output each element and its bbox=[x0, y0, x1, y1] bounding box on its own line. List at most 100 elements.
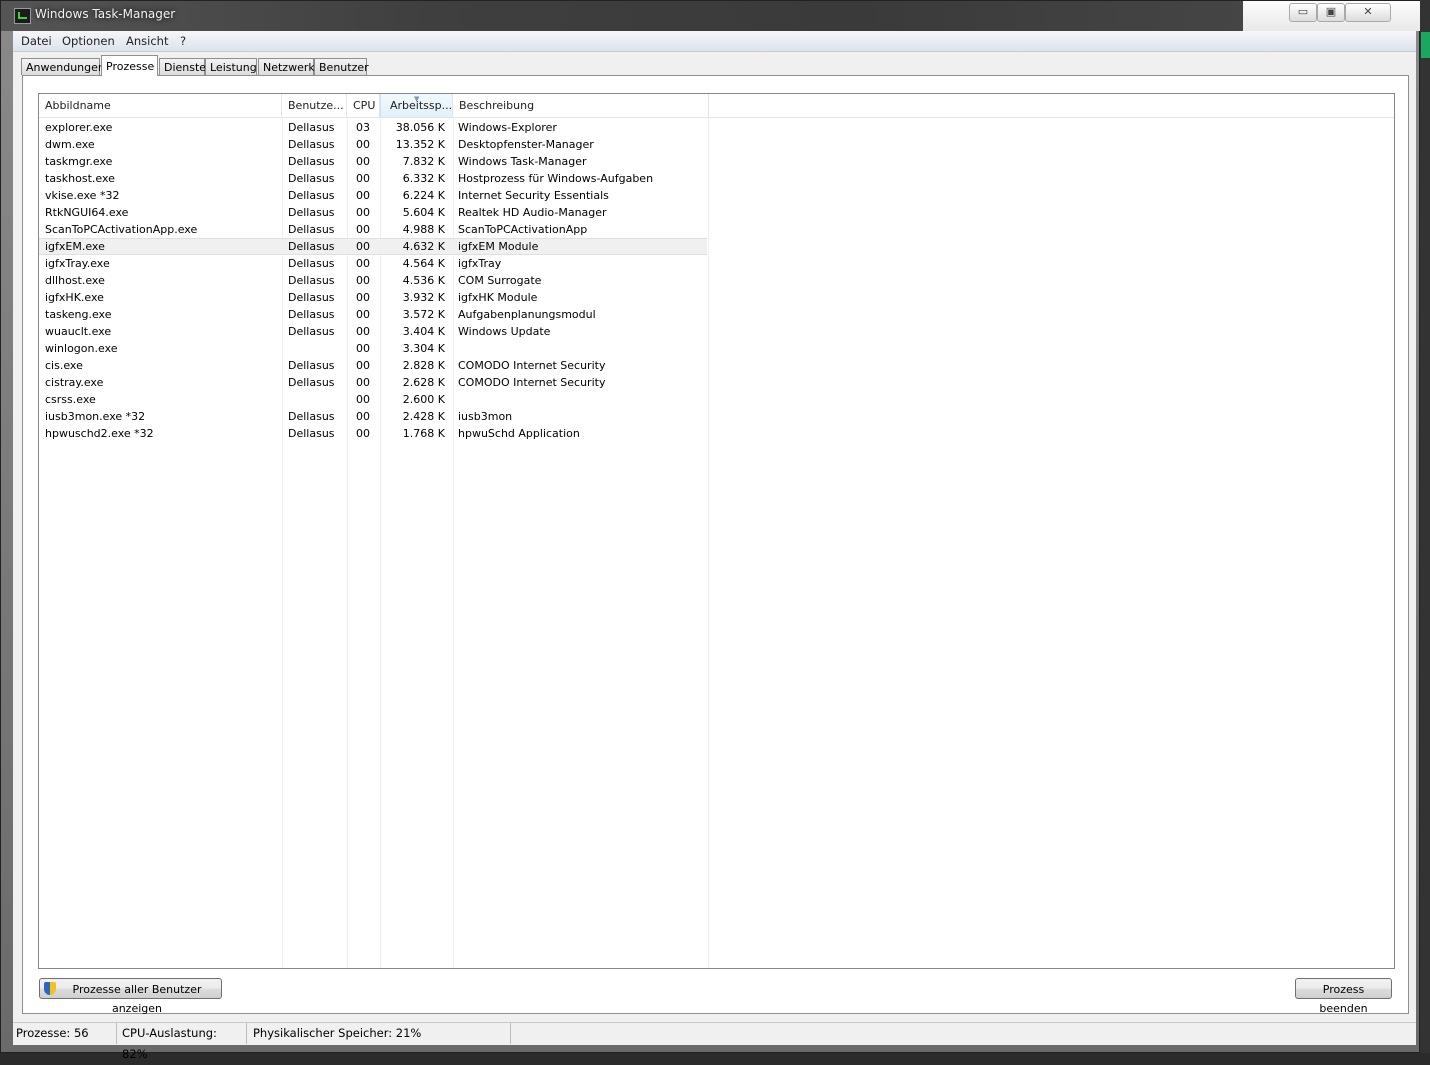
table-row[interactable]: winlogon.exe 00 3.304 K bbox=[39, 340, 707, 357]
process-memory: 2.600 K bbox=[402, 393, 445, 406]
column-working-set[interactable]: ▼ Arbeitssp... bbox=[380, 94, 453, 117]
process-description: Desktopfenster-Manager bbox=[458, 138, 594, 151]
end-process-button[interactable]: Prozess beenden bbox=[1295, 978, 1392, 1015]
process-user: Dellasus bbox=[288, 240, 335, 253]
status-memory: Physikalischer Speicher: 21% bbox=[250, 1023, 511, 1044]
process-memory: 5.604 K bbox=[402, 206, 445, 219]
process-memory: 13.352 K bbox=[395, 138, 445, 151]
status-cpu-usage: CPU-Auslastung: 82% bbox=[119, 1023, 247, 1061]
process-user: Dellasus bbox=[288, 172, 335, 185]
table-row[interactable]: igfxHK.exe Dellasus 00 3.932 K igfxHK Module bbox=[39, 289, 707, 306]
menu-ansicht[interactable]: Ansicht bbox=[126, 34, 168, 48]
column-user[interactable]: Benutze... bbox=[282, 94, 347, 117]
process-name: wuauclt.exe bbox=[45, 325, 112, 338]
process-memory: 4.988 K bbox=[402, 223, 445, 236]
table-row[interactable]: cis.exe Dellasus 00 2.828 K COMODO Internet … bbox=[39, 357, 707, 374]
process-cpu: 00 bbox=[356, 308, 370, 321]
process-description: Hostprozess für Windows-Aufgaben bbox=[458, 172, 654, 185]
tab-prozesse[interactable]: Prozesse bbox=[101, 55, 158, 76]
process-cpu: 00 bbox=[356, 172, 370, 185]
process-list[interactable]: Abbildname Benutze... CPU ▼ Arbeitssp...… bbox=[38, 93, 1395, 969]
maximize-button[interactable]: ▣ bbox=[1317, 3, 1345, 22]
process-name: vkise.exe *32 bbox=[45, 189, 120, 202]
process-name: taskeng.exe bbox=[45, 308, 112, 321]
tab-benutzer[interactable]: Benutzer bbox=[314, 58, 369, 75]
tab-dienste[interactable]: Dienste bbox=[159, 58, 206, 75]
tab-anwendungen[interactable]: Anwendungen bbox=[21, 58, 105, 75]
task-manager-window: Windows Task-Manager ▭ ▣ ✕ Datei Optione… bbox=[0, 0, 1421, 1061]
process-name: igfxTray.exe bbox=[45, 257, 110, 270]
close-button[interactable]: ✕ bbox=[1345, 3, 1391, 22]
menu-datei[interactable]: Datei bbox=[21, 34, 52, 48]
process-user: Dellasus bbox=[288, 410, 335, 423]
process-memory: 7.832 K bbox=[402, 155, 445, 168]
process-description: COMODO Internet Security bbox=[458, 359, 606, 372]
process-user: Dellasus bbox=[288, 223, 335, 236]
process-user: Dellasus bbox=[288, 206, 335, 219]
title-bar[interactable]: Windows Task-Manager bbox=[1, 1, 1421, 31]
process-name: RtkNGUI64.exe bbox=[45, 206, 129, 219]
process-description: Windows Task-Manager bbox=[458, 155, 587, 168]
menu-bar: Datei Optionen Ansicht ? bbox=[13, 31, 1416, 52]
table-row[interactable]: iusb3mon.exe *32 Dellasus 00 2.428 K iusb3mo… bbox=[39, 408, 707, 425]
process-cpu: 00 bbox=[356, 376, 370, 389]
process-description: igfxTray bbox=[458, 257, 502, 270]
table-row[interactable]: wuauclt.exe Dellasus 00 3.404 K Windows Upda… bbox=[39, 323, 707, 340]
column-description[interactable]: Beschreibung bbox=[453, 94, 709, 117]
tab-netzwerk[interactable]: Netzwerk bbox=[258, 58, 315, 75]
table-row[interactable]: cistray.exe Dellasus 00 2.628 K COMODO Inter… bbox=[39, 374, 707, 391]
process-name: winlogon.exe bbox=[45, 342, 118, 355]
minimize-button[interactable]: ▭ bbox=[1289, 3, 1317, 22]
process-memory: 3.304 K bbox=[402, 342, 445, 355]
table-row[interactable]: hpwuschd2.exe *32 Dellasus 00 1.768 K hpwuSc… bbox=[39, 425, 707, 442]
column-image-name[interactable]: Abbildname bbox=[39, 94, 282, 117]
process-description: Windows Update bbox=[458, 325, 551, 338]
table-row[interactable]: taskhost.exe Dellasus 00 6.332 K Hostprozess… bbox=[39, 170, 707, 187]
process-name: igfxHK.exe bbox=[45, 291, 104, 304]
process-cpu: 00 bbox=[356, 342, 370, 355]
table-row[interactable]: igfxEM.exe Dellasus 00 4.632 K igfxEM Module bbox=[39, 238, 707, 255]
process-description: Windows-Explorer bbox=[458, 121, 557, 134]
table-row[interactable]: csrss.exe 00 2.600 K bbox=[39, 391, 707, 408]
process-name: hpwuschd2.exe *32 bbox=[45, 427, 154, 440]
process-cpu: 00 bbox=[356, 257, 370, 270]
table-row[interactable]: taskmgr.exe Dellasus 00 7.832 K Windows Task… bbox=[39, 153, 707, 170]
menu-optionen[interactable]: Optionen bbox=[62, 34, 115, 48]
menu-help[interactable]: ? bbox=[180, 34, 186, 48]
table-row[interactable]: explorer.exe Dellasus 03 38.056 K Windows-Ex… bbox=[39, 119, 707, 136]
table-row[interactable]: RtkNGUI64.exe Dellasus 00 5.604 K Realtek HD… bbox=[39, 204, 707, 221]
table-row[interactable]: taskeng.exe Dellasus 00 3.572 K Aufgabenplan… bbox=[39, 306, 707, 323]
process-name: cistray.exe bbox=[45, 376, 104, 389]
process-cpu: 00 bbox=[356, 240, 370, 253]
process-user: Dellasus bbox=[288, 308, 335, 321]
process-memory: 3.932 K bbox=[402, 291, 445, 304]
table-row[interactable]: dllhost.exe Dellasus 00 4.536 K COM Surrogat… bbox=[39, 272, 707, 289]
table-row[interactable]: igfxTray.exe Dellasus 00 4.564 K igfxTray bbox=[39, 255, 707, 272]
window-title: Windows Task-Manager bbox=[35, 7, 176, 21]
column-cpu[interactable]: CPU bbox=[347, 94, 380, 117]
process-memory: 4.564 K bbox=[402, 257, 445, 270]
process-description: igfxEM Module bbox=[458, 240, 539, 253]
process-memory: 38.056 K bbox=[395, 121, 445, 134]
process-memory: 2.828 K bbox=[402, 359, 445, 372]
sort-arrow-icon: ▼ bbox=[414, 95, 420, 103]
process-memory: 3.572 K bbox=[402, 308, 445, 321]
process-user: Dellasus bbox=[288, 121, 335, 134]
process-cpu: 03 bbox=[356, 121, 370, 134]
process-memory: 2.628 K bbox=[402, 376, 445, 389]
table-row[interactable]: ScanToPCActivationApp.exe Dellasus 00 4.988… bbox=[39, 221, 707, 238]
process-description: iusb3mon bbox=[458, 410, 513, 423]
show-all-processes-button[interactable]: Prozesse aller Benutzer anzeigen bbox=[39, 978, 222, 1015]
process-name: csrss.exe bbox=[45, 393, 96, 406]
process-cpu: 00 bbox=[356, 325, 370, 338]
background-desktop bbox=[1420, 0, 1430, 1053]
table-row[interactable]: dwm.exe Dellasus 00 13.352 K Desktopfenster-… bbox=[39, 136, 707, 153]
processes-tab-page: Abbildname Benutze... CPU ▼ Arbeitssp...… bbox=[22, 75, 1409, 1015]
table-row[interactable]: vkise.exe *32 Dellasus 00 6.224 K Internet S… bbox=[39, 187, 707, 204]
process-name: iusb3mon.exe *32 bbox=[45, 410, 146, 423]
tab-leistung[interactable]: Leistung bbox=[205, 58, 257, 75]
process-cpu: 00 bbox=[356, 206, 370, 219]
process-memory: 1.768 K bbox=[402, 427, 445, 440]
process-name: dwm.exe bbox=[45, 138, 95, 151]
process-memory: 6.224 K bbox=[402, 189, 445, 202]
